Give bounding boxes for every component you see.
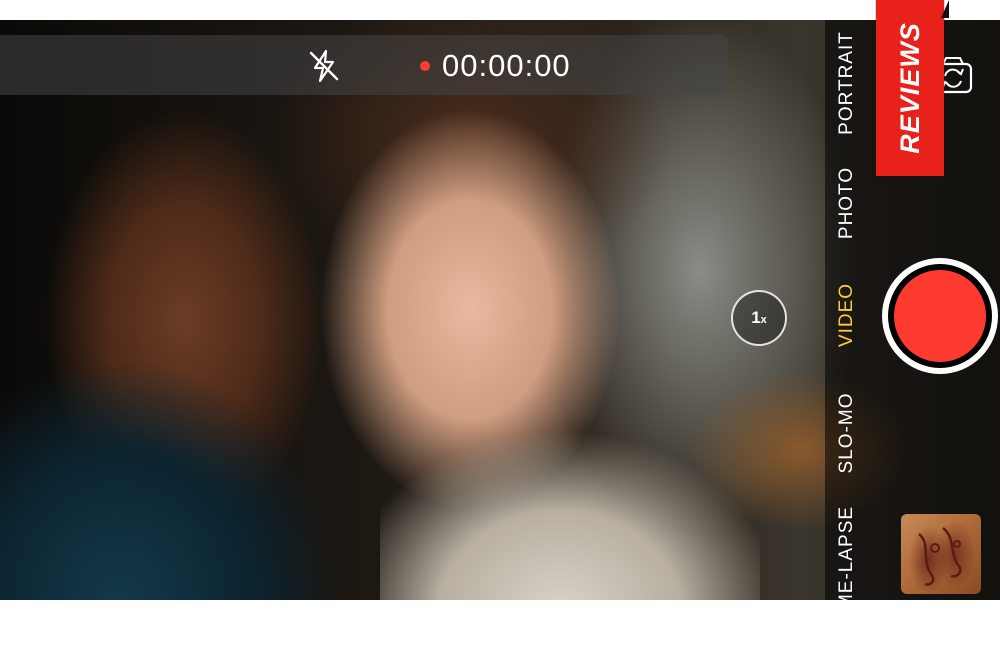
recording-timer: 00:00:00 <box>442 48 571 83</box>
viewfinder-photo-subject-right <box>380 410 760 600</box>
badge-corner-notch <box>941 0 949 18</box>
flash-off-icon[interactable] <box>305 47 343 85</box>
last-media-thumbnail[interactable] <box>901 514 981 594</box>
mode-timelapse[interactable]: ME-LAPSE <box>834 468 860 648</box>
thumbnail-tattoo-art <box>918 527 962 586</box>
zoom-button[interactable]: 1x <box>731 290 787 346</box>
record-button[interactable] <box>882 258 998 374</box>
record-button-core <box>894 270 986 362</box>
viewfinder-photo-subject-left <box>0 320 340 600</box>
reviews-badge-label: REVIEWS <box>895 22 925 154</box>
reviews-badge: REVIEWS <box>876 0 944 176</box>
record-dot-icon <box>420 61 430 71</box>
zoom-value: 1 <box>751 308 761 327</box>
top-status-bar <box>0 35 728 95</box>
zoom-unit: x <box>760 314 767 326</box>
